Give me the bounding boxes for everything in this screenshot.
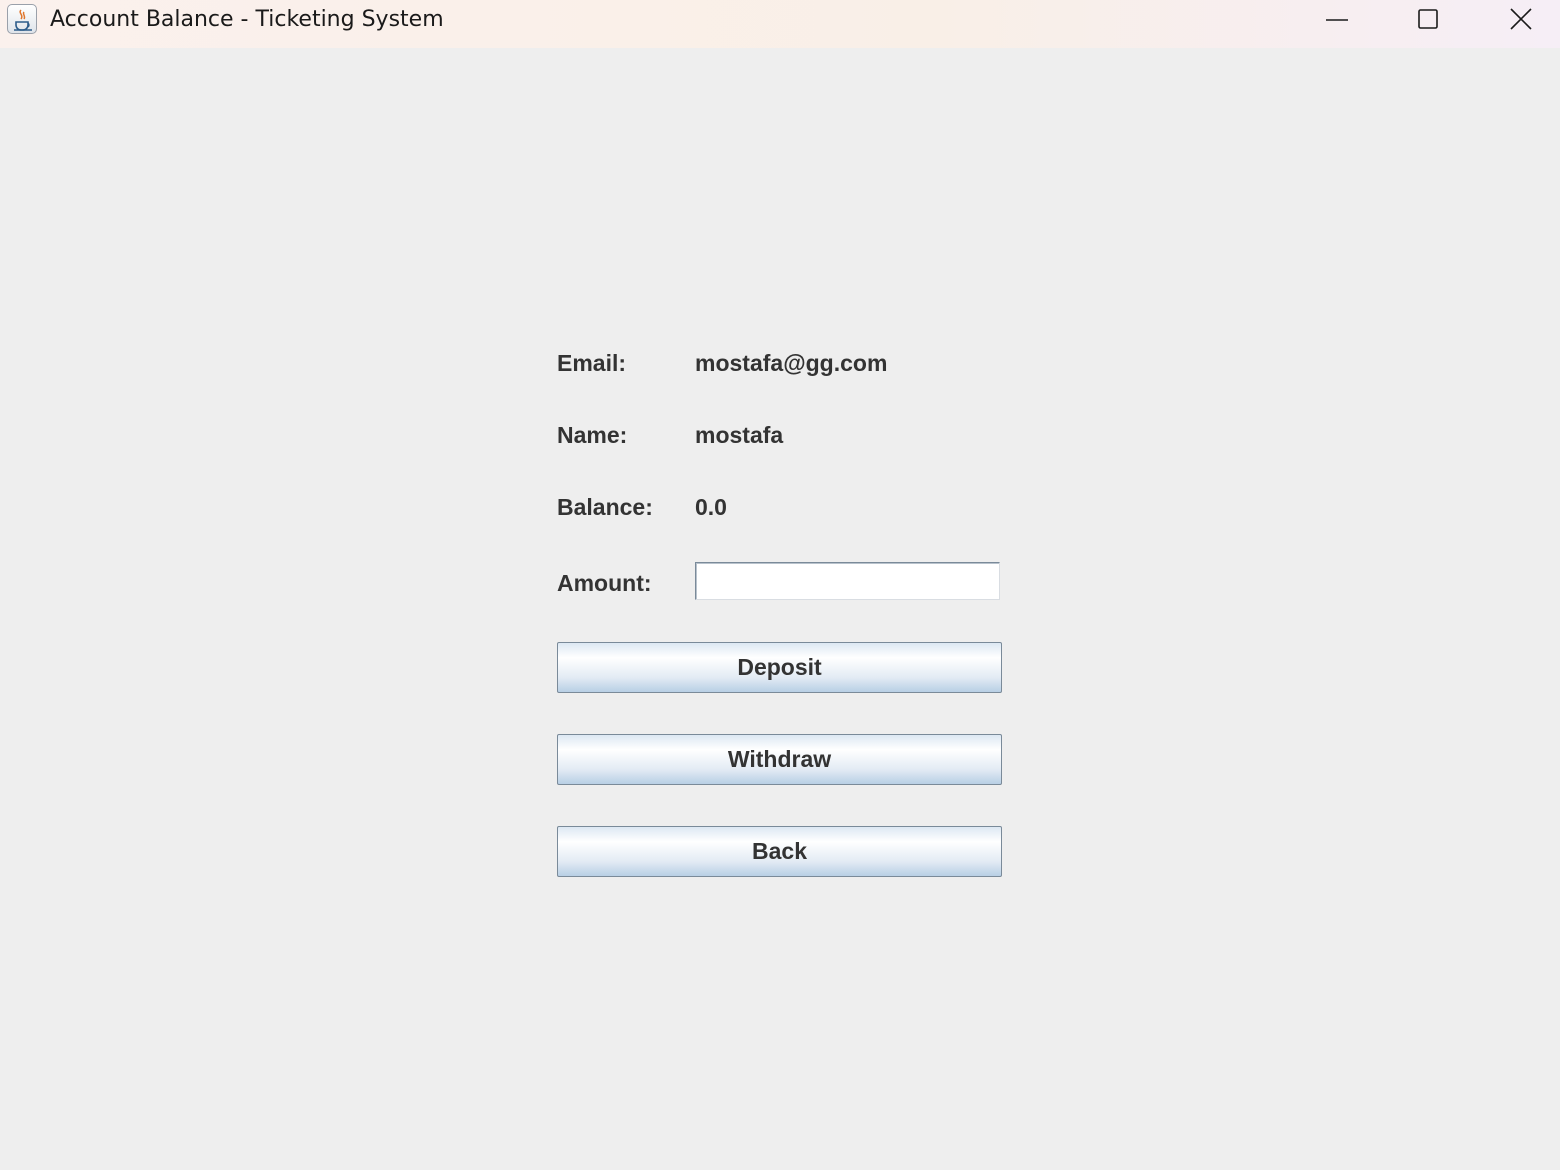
- email-value: mostafa@gg.com: [695, 350, 888, 376]
- email-label: Email:: [557, 350, 627, 376]
- java-cup-icon: [7, 4, 37, 34]
- amount-label: Amount:: [557, 570, 652, 596]
- window-title: Account Balance - Ticketing System: [50, 7, 444, 32]
- name-value: mostafa: [695, 422, 784, 448]
- minimize-button[interactable]: [1292, 0, 1382, 40]
- maximize-button[interactable]: [1383, 0, 1473, 40]
- back-button[interactable]: Back: [557, 826, 1002, 877]
- withdraw-button[interactable]: Withdraw: [557, 734, 1002, 785]
- app-window: Account Balance - Ticketing System Email…: [0, 0, 1560, 1170]
- title-bar[interactable]: Account Balance - Ticketing System: [0, 0, 1560, 48]
- deposit-button[interactable]: Deposit: [557, 642, 1002, 693]
- maximize-icon: [1418, 9, 1438, 29]
- amount-input[interactable]: [695, 562, 1000, 600]
- name-label: Name:: [557, 422, 628, 448]
- balance-value: 0.0: [695, 494, 727, 520]
- close-icon: [1510, 8, 1532, 30]
- close-button[interactable]: [1476, 0, 1560, 40]
- minimize-icon: [1326, 19, 1348, 21]
- balance-label: Balance:: [557, 494, 653, 520]
